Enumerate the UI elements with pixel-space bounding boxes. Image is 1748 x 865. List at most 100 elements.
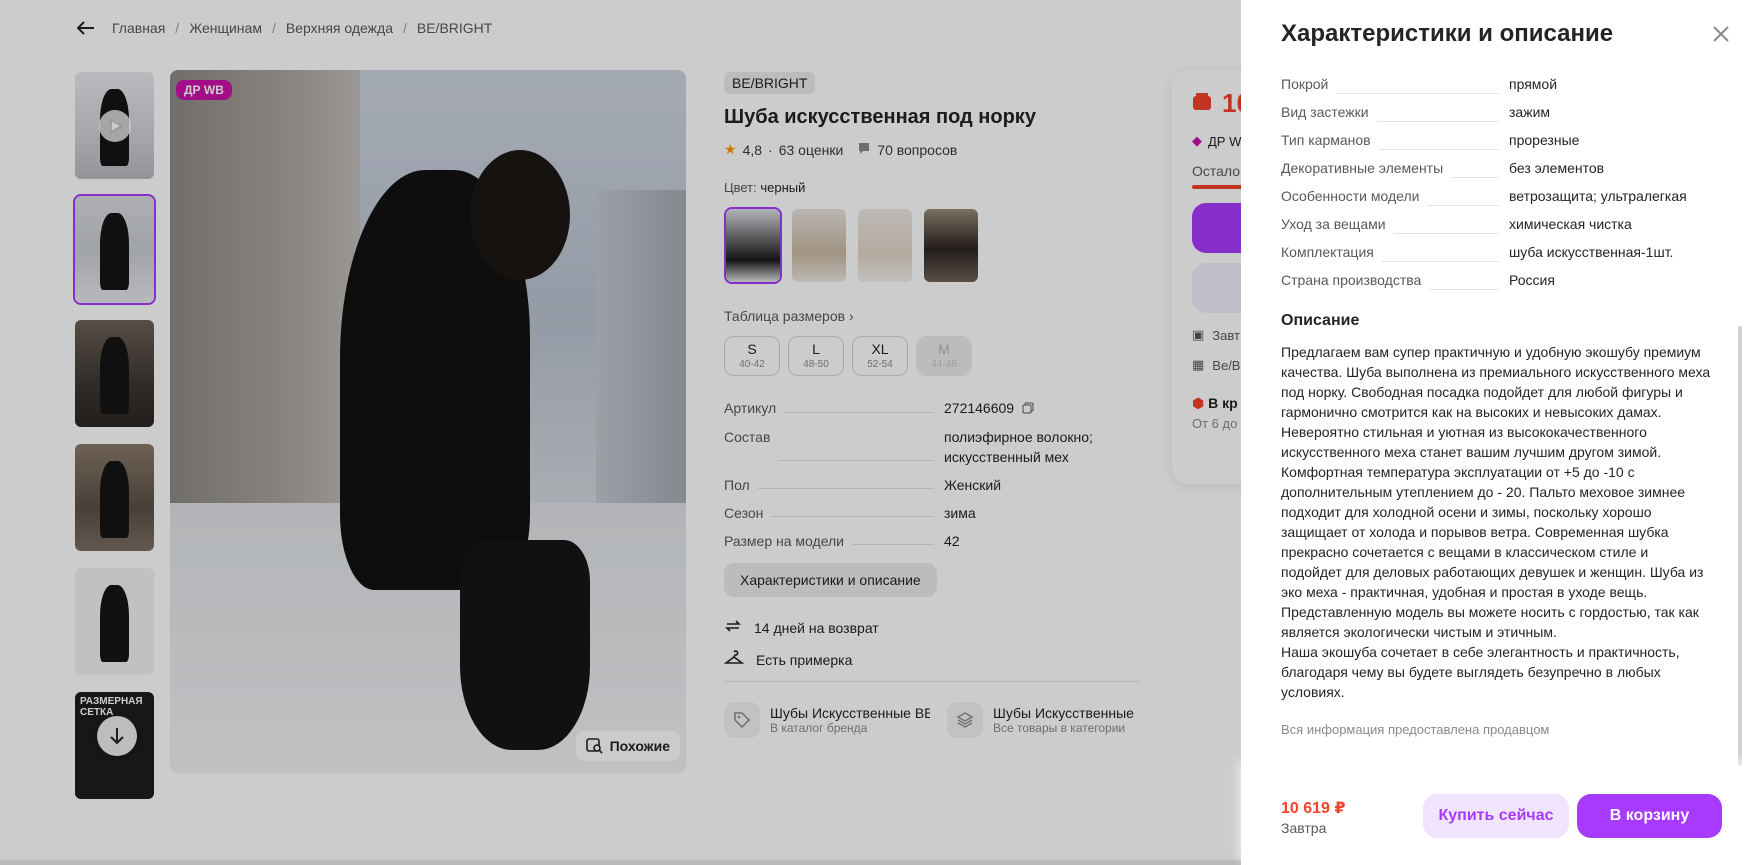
thumbnail-list: РАЗМЕРНАЯ СЕТКА — [73, 70, 156, 801]
breadcrumb: Главная / Женщинам / Верхняя одежда / BE… — [76, 18, 492, 38]
size-range: 40-42 — [739, 359, 765, 370]
model-figure — [100, 461, 129, 539]
spec-key: Вид застежки — [1281, 102, 1509, 130]
characteristics-drawer: Характеристики и описание Покрой прямой … — [1241, 0, 1748, 865]
size-option[interactable]: L 48-50 — [788, 336, 844, 376]
color-swatch[interactable] — [790, 207, 848, 284]
color-swatch[interactable] — [856, 207, 914, 284]
spec-key: Декоративные элементы — [1281, 158, 1509, 186]
store-icon: ▦ — [1192, 357, 1205, 372]
credit-label: В кр — [1208, 395, 1238, 411]
thumbnail-photo[interactable] — [73, 566, 156, 677]
layers-icon — [947, 702, 983, 739]
scroll-down-icon[interactable] — [97, 716, 137, 756]
size-option[interactable]: XL 52-54 — [852, 336, 908, 376]
reviews-link[interactable]: 63 оценки — [779, 142, 844, 158]
spec-value: химическая чистка — [1509, 216, 1632, 232]
attribute-row: Артикул 272146609 — [724, 398, 1144, 419]
attribute-key: Пол — [724, 475, 944, 495]
attribute-key: Размер на модели — [724, 531, 944, 551]
brand-tag[interactable]: BE/BRIGHT — [724, 72, 816, 94]
breadcrumb-item-brand[interactable]: BE/BRIGHT — [417, 20, 492, 36]
attribute-row: Пол Женский — [724, 475, 1144, 495]
back-arrow-icon[interactable] — [76, 18, 96, 38]
color-swatch[interactable] — [724, 207, 782, 284]
photo-background — [170, 70, 360, 530]
brand-catalog-link[interactable]: Шубы Искусственные BE/BRIGHT В каталог б… — [724, 702, 931, 739]
product-info: BE/BRIGHT Шуба искусственная под норку ★… — [723, 72, 1144, 739]
perk-label: Есть примерка — [756, 651, 853, 668]
hanger-icon — [723, 650, 745, 669]
breadcrumb-item-outerwear[interactable]: Верхняя одежда — [286, 20, 393, 36]
specs-list: Покрой прямой Вид застежки зажим Тип кар… — [1281, 74, 1711, 298]
thumbnail-photo[interactable] — [73, 318, 156, 429]
spec-value: ветрозащита; ультралегкая — [1509, 188, 1687, 204]
size-table-link[interactable]: Таблица размеров › — [724, 308, 1144, 324]
drawer-content[interactable]: Покрой прямой Вид застежки зажим Тип кар… — [1281, 74, 1711, 764]
breadcrumb-item-women[interactable]: Женщинам — [189, 20, 262, 36]
thumbnail-video[interactable] — [73, 70, 156, 181]
perk-fitting: Есть примерка — [723, 650, 1144, 669]
drawer-scrollbar[interactable] — [1738, 326, 1742, 766]
color-label-text: Цвет: — [724, 180, 757, 195]
wallet-icon — [1192, 88, 1214, 119]
attribute-key: Артикул — [724, 398, 944, 419]
chevron-right-icon: › — [848, 308, 854, 324]
size-range: 44-46 — [931, 359, 957, 370]
similar-label: Похожие — [609, 738, 670, 754]
characteristics-button[interactable]: Характеристики и описание — [724, 563, 937, 598]
size-range: 48-50 — [803, 359, 829, 370]
color-swatch[interactable] — [922, 207, 980, 284]
article-number: 272146609 — [944, 400, 1015, 416]
brand-links: Шубы Искусственные BE/BRIGHT В каталог б… — [724, 702, 1154, 739]
spec-key: Комплектация — [1281, 242, 1509, 270]
attribute-row: Размер на модели 42 — [724, 531, 1144, 551]
main-product-photo[interactable]: ДР WB Похожие — [170, 70, 686, 773]
size-option-unavailable: M 44-46 — [916, 336, 972, 376]
category-link[interactable]: Шубы Искусственные Все товары в категори… — [947, 702, 1154, 739]
add-to-cart-button[interactable]: В корзину — [1577, 794, 1722, 838]
play-icon — [98, 109, 131, 142]
model-figure — [100, 213, 129, 291]
similar-button[interactable]: Похожие — [575, 731, 680, 761]
rating-value: 4,8 — [742, 141, 763, 158]
color-swatches — [724, 207, 1144, 284]
spec-value: Россия — [1509, 272, 1555, 288]
rating-row: ★ 4,8 · 63 оценки 70 вопросов — [724, 141, 1144, 158]
attribute-row: Состав полиэфирное волокно; искусственны… — [724, 427, 1144, 467]
product-title: Шуба искусственная под норку — [724, 106, 1036, 128]
thumbnail-photo[interactable] — [73, 194, 156, 305]
size-label: S — [747, 341, 757, 357]
seller-label: Be/B — [1212, 357, 1241, 373]
spec-row: Комплектация шуба искусственная-1шт. — [1281, 242, 1711, 270]
spec-row: Покрой прямой — [1281, 74, 1711, 102]
close-icon[interactable] — [1709, 22, 1733, 46]
spec-key: Особенности модели — [1281, 186, 1509, 214]
description-title: Описание — [1281, 312, 1360, 329]
copy-icon[interactable] — [1022, 399, 1034, 419]
promo-badge-label: ДР W — [1208, 133, 1242, 149]
buy-now-button[interactable]: Купить сейчас — [1423, 794, 1569, 838]
seller-info-note: Вся информация предоставлена продавцом — [1281, 722, 1550, 737]
return-icon — [724, 617, 742, 638]
tag-icon — [724, 702, 760, 739]
attribute-key: Состав — [724, 427, 944, 467]
drawer-footer: 10 619 ₽ Завтра Купить сейчас В корзину — [1241, 768, 1748, 865]
box-icon: ▣ — [1192, 327, 1205, 342]
attribute-row: Сезон зима — [724, 503, 1144, 523]
spec-key: Покрой — [1281, 74, 1509, 102]
spec-key: Тип карманов — [1281, 130, 1509, 158]
breadcrumb-item-home[interactable]: Главная — [112, 20, 165, 36]
search-similar-icon — [585, 738, 603, 754]
drawer-title: Характеристики и описание — [1281, 20, 1614, 47]
thumbnail-photo[interactable] — [73, 442, 156, 553]
questions-link[interactable]: 70 вопросов — [877, 142, 957, 158]
perk-return: 14 дней на возврат — [724, 617, 1144, 638]
spec-row: Особенности модели ветрозащита; ультрале… — [1281, 186, 1711, 214]
size-label: XL — [871, 341, 889, 357]
spec-value: зажим — [1509, 104, 1551, 120]
attribute-value: 42 — [944, 533, 960, 550]
size-option[interactable]: S 40-42 — [724, 336, 780, 376]
model-figure — [100, 337, 129, 415]
size-table-label: Таблица размеров — [724, 308, 846, 324]
